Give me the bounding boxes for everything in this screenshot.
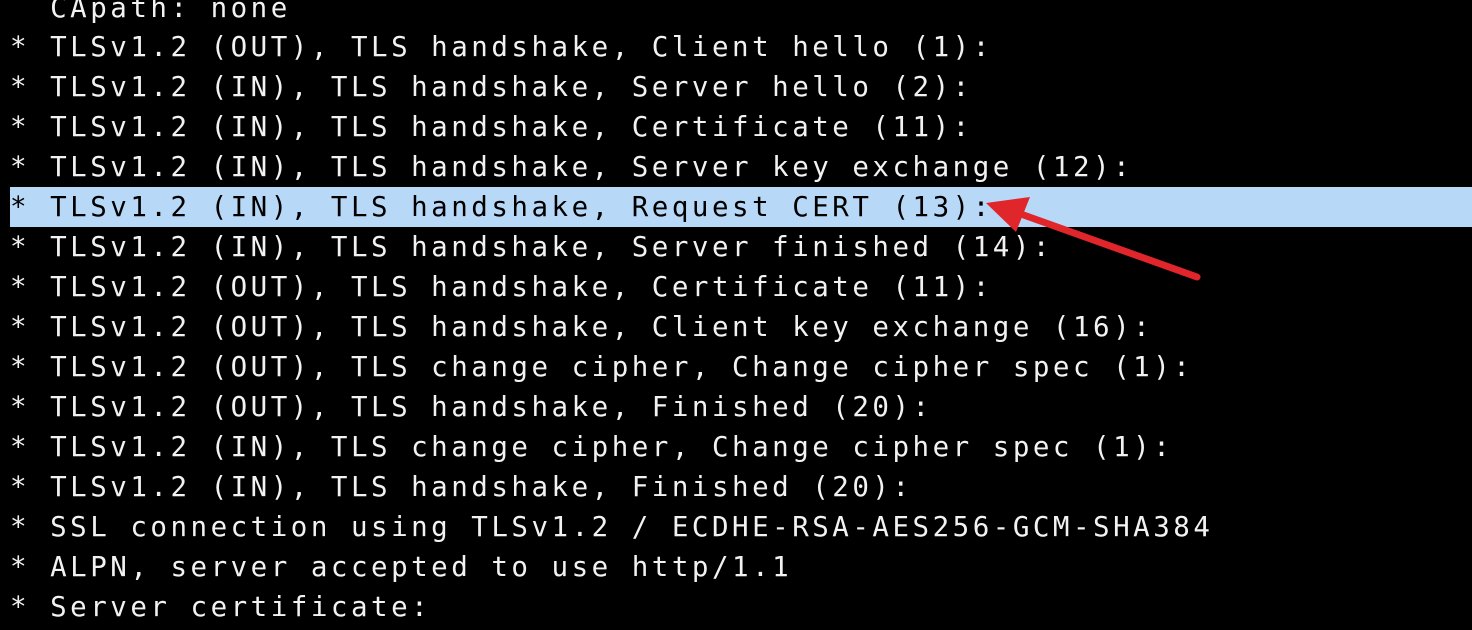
terminal-line: * TLSv1.2 (IN), TLS handshake, Certifica…	[10, 111, 973, 143]
terminal-line-highlighted[interactable]: * TLSv1.2 (IN), TLS handshake, Request C…	[10, 187, 1472, 227]
terminal-line: * ALPN, server accepted to use http/1.1	[10, 551, 793, 583]
terminal-line: * TLSv1.2 (IN), TLS handshake, Server fi…	[10, 231, 1053, 263]
terminal-line: * SSL connection using TLSv1.2 / ECDHE-R…	[10, 511, 1214, 543]
terminal-line: * Server certificate:	[10, 591, 432, 623]
terminal-window[interactable]: CApath: none * TLSv1.2 (OUT), TLS handsh…	[0, 0, 1472, 630]
terminal-line: * TLSv1.2 (OUT), TLS handshake, Certific…	[10, 271, 993, 303]
terminal-line: CApath: none	[10, 0, 291, 24]
terminal-line: * TLSv1.2 (OUT), TLS handshake, Client k…	[10, 311, 1154, 343]
terminal-line: * TLSv1.2 (IN), TLS handshake, Server ke…	[10, 151, 1134, 183]
terminal-line: * TLSv1.2 (OUT), TLS handshake, Client h…	[10, 31, 993, 63]
terminal-line: * TLSv1.2 (IN), TLS handshake, Finished …	[10, 471, 913, 503]
terminal-line: * TLSv1.2 (IN), TLS handshake, Server he…	[10, 71, 973, 103]
terminal-line: * TLSv1.2 (OUT), TLS handshake, Finished…	[10, 391, 933, 423]
terminal-line: * TLSv1.2 (OUT), TLS change cipher, Chan…	[10, 351, 1194, 383]
terminal-line: * TLSv1.2 (IN), TLS change cipher, Chang…	[10, 431, 1174, 463]
